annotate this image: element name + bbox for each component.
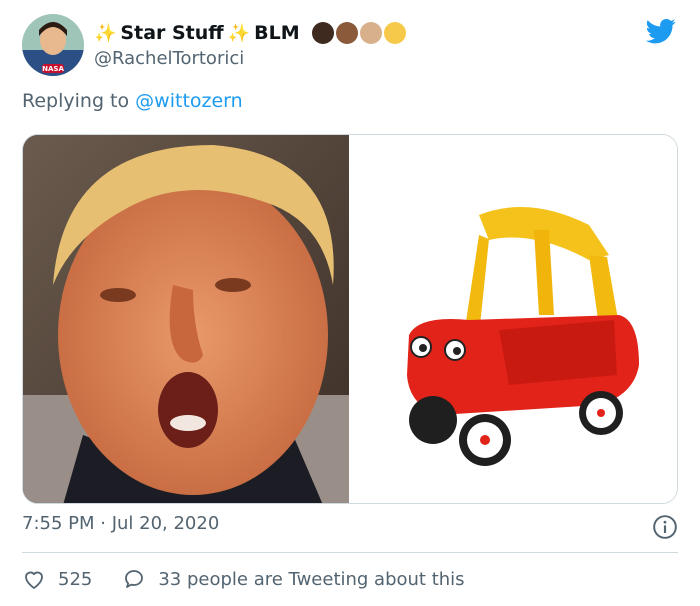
replying-to: Replying to @wittozern <box>22 90 243 112</box>
tweet-media[interactable] <box>22 134 678 504</box>
sparkles-icon: ✨ <box>227 22 251 44</box>
tweet-card: NASA ✨ Star Stuff ✨ BLM @RachelTortorici… <box>0 0 700 606</box>
fist-icon <box>359 22 382 44</box>
fist-icon <box>383 22 406 44</box>
raised-fist-emojis <box>311 22 406 44</box>
sparkles-icon: ✨ <box>94 22 117 44</box>
speech-bubble-icon <box>125 570 144 588</box>
avatar[interactable]: NASA <box>22 14 84 76</box>
toy-car-photo-icon <box>349 135 677 503</box>
tweet-actions: 525 33 people are Tweeting about this <box>22 566 465 592</box>
tweet-timestamp[interactable]: 7:55 PM · Jul 20, 2020 <box>22 513 219 534</box>
display-name: Star Stuff <box>120 22 224 44</box>
twitter-bird-icon[interactable] <box>644 16 678 46</box>
media-image-left[interactable] <box>23 135 349 503</box>
fist-icon <box>335 22 358 44</box>
like-button[interactable]: 525 <box>22 567 92 591</box>
person-photo-icon <box>23 135 349 503</box>
reply-mention-link[interactable]: @wittozern <box>135 90 243 112</box>
avatar-photo: NASA <box>22 14 84 76</box>
replying-to-label: Replying to <box>22 90 130 112</box>
heart-icon <box>25 571 43 589</box>
avatar-badge: NASA <box>42 65 64 73</box>
info-icon[interactable] <box>652 514 678 540</box>
author-handle[interactable]: @RachelTortorici <box>94 48 244 69</box>
tweeting-about-link[interactable]: 33 people are Tweeting about this <box>122 567 465 591</box>
fist-icon <box>311 22 334 44</box>
like-count: 525 <box>58 568 93 590</box>
author-name-row[interactable]: ✨ Star Stuff ✨ BLM <box>94 20 406 46</box>
tweeting-about-text: 33 people are Tweeting about this <box>158 568 465 590</box>
media-image-right[interactable] <box>349 135 677 503</box>
divider <box>22 552 678 553</box>
display-name-suffix: BLM <box>254 22 300 44</box>
